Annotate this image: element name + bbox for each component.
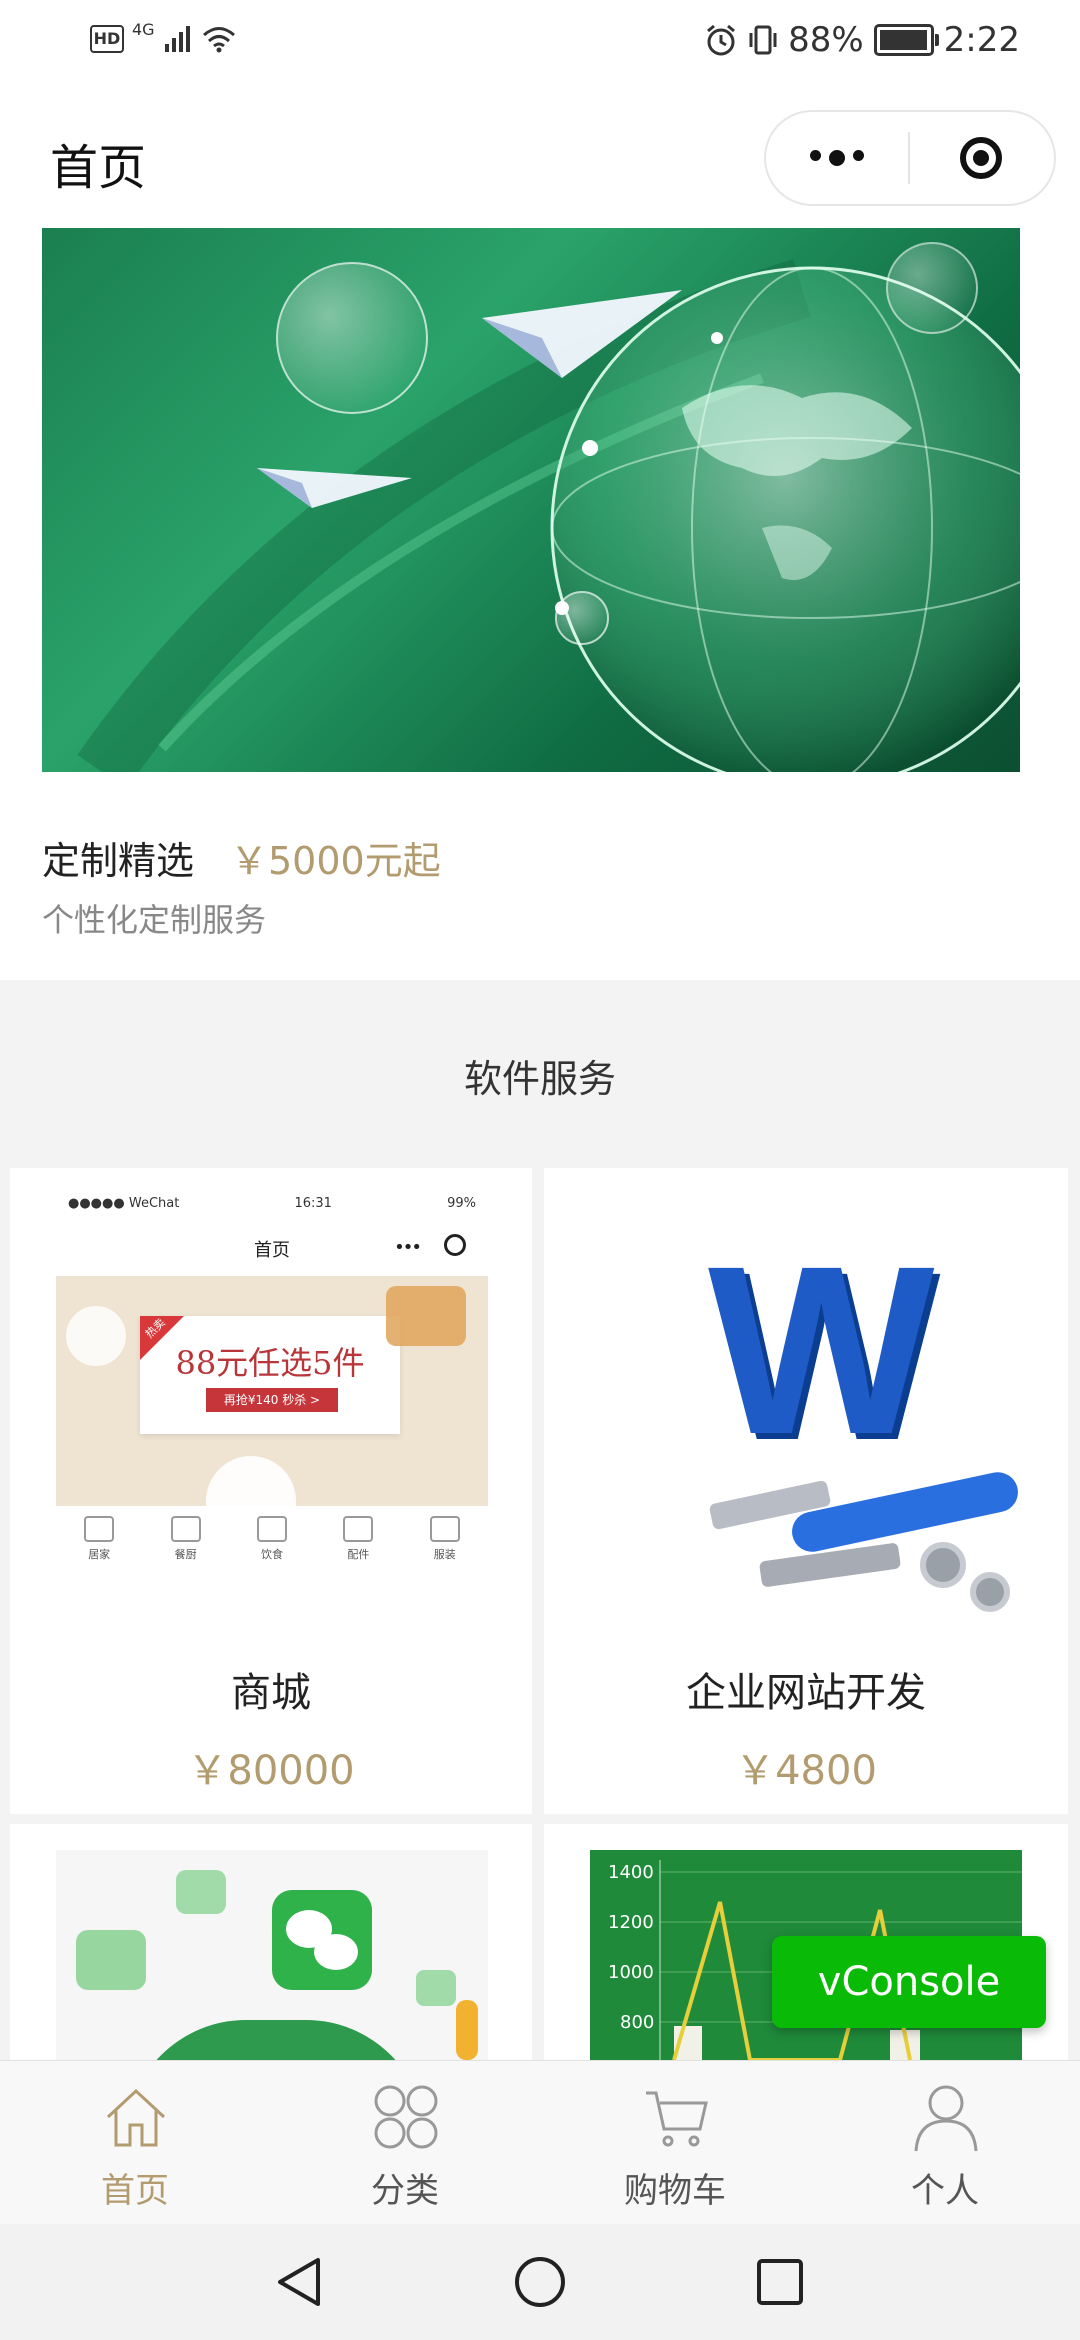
chart-tick-label: 800 <box>620 2012 655 2033</box>
battery-level-fill <box>879 30 928 50</box>
section-title: 软件服务 <box>463 1057 616 1101</box>
website-dev-image: W <box>590 1192 1022 1624</box>
tab-label: 分类 <box>371 2171 439 2211</box>
tab-label: 购物车 <box>624 2171 726 2211</box>
clock: 2:22 <box>943 20 1020 60</box>
chart-tick-label: 1400 <box>608 1862 654 1883</box>
wechat-image <box>56 1850 488 2060</box>
chart-tick-label: 1200 <box>608 1912 654 1933</box>
card-price: ￥4800 <box>735 1748 877 1794</box>
alarm-icon <box>707 24 736 56</box>
mock-category-label: 服装 <box>433 1548 456 1561</box>
page-title: 首页 <box>50 140 147 196</box>
tab-home[interactable]: 首页 <box>0 2061 270 2225</box>
tab-cart[interactable]: 购物车 <box>540 2061 810 2225</box>
tab-label: 个人 <box>911 2171 979 2211</box>
website-w-letter: W <box>708 1216 935 1484</box>
more-dots-icon[interactable] <box>766 150 908 166</box>
mock-battery: 99% <box>447 1196 476 1211</box>
cart-icon <box>646 2091 708 2147</box>
banner-image[interactable] <box>42 228 1020 772</box>
mock-promo: 88元任选5件 <box>175 1344 365 1382</box>
user-icon <box>914 2085 978 2152</box>
card-name: 企业网站开发 <box>686 1670 926 1716</box>
mock-category-grid: 居家 餐厨 饮食 配件 服装 <box>56 1506 488 1624</box>
vconsole-button[interactable]: vConsole <box>772 1936 1046 2028</box>
mall-app-screenshot: ●●●●● WeChat 16:31 99% 首页 ••• 热卖 88元任选5件… <box>56 1192 488 1624</box>
battery-percent: 88% <box>788 20 864 60</box>
feature-price: ￥5000元起 <box>230 839 441 883</box>
tab-label: 首页 <box>101 2171 169 2211</box>
mini-program-capsule <box>764 110 1056 206</box>
mock-category-label: 饮食 <box>260 1548 283 1561</box>
feature-title: 定制精选 <box>42 839 195 883</box>
recents-square-icon[interactable] <box>752 2254 808 2310</box>
status-bar: HD 4G 88% 2:22 <box>0 0 1080 86</box>
wifi-icon <box>202 27 235 53</box>
mock-time: 16:31 <box>294 1196 332 1211</box>
mock-more-icon: ••• <box>394 1237 422 1258</box>
mock-page-title: 首页 <box>254 1240 290 1261</box>
card-price: ￥80000 <box>187 1748 355 1794</box>
record-target-icon[interactable] <box>910 137 1052 179</box>
chart-tick-label: 1000 <box>608 1962 654 1983</box>
mock-banner: 热卖 88元任选5件 再抢¥140 秒杀 > <box>56 1276 488 1506</box>
home-icon <box>106 2088 166 2147</box>
mock-status-left: ●●●●● WeChat <box>68 1196 180 1211</box>
tab-category[interactable]: 分类 <box>270 2061 540 2225</box>
signal-icon <box>164 26 190 52</box>
category-grid-icon <box>374 2085 438 2149</box>
product-card-wechat[interactable] <box>10 1824 532 2060</box>
wechat-logo-icon <box>272 1890 372 1990</box>
battery-icon <box>873 24 939 56</box>
product-card-mall[interactable]: ●●●●● WeChat 16:31 99% 首页 ••• 热卖 88元任选5件… <box>10 1168 532 1814</box>
card-name: 商城 <box>231 1670 311 1716</box>
product-card-website[interactable]: W 企业网站开发 ￥4800 <box>544 1168 1068 1814</box>
back-triangle-icon[interactable] <box>272 2254 328 2310</box>
status-left: HD 4G <box>90 20 237 54</box>
hd-badge: HD <box>90 25 124 53</box>
status-right: 88% 2:22 <box>704 20 1020 60</box>
nav-bar: 首页 <box>0 86 1080 226</box>
tab-bar: 首页 分类 购物车 个人 <box>0 2060 1080 2225</box>
mock-record-icon <box>444 1234 466 1256</box>
feature-subtitle: 个性化定制服务 <box>42 901 267 939</box>
mock-category-label: 配件 <box>347 1548 370 1561</box>
network-label: 4G <box>132 19 155 39</box>
tab-profile[interactable]: 个人 <box>810 2061 1080 2225</box>
mock-category-label: 餐厨 <box>174 1548 197 1561</box>
home-circle-icon[interactable] <box>512 2254 568 2310</box>
vibrate-icon <box>749 25 777 55</box>
mock-category-label: 居家 <box>88 1548 111 1561</box>
mock-promo-button: 再抢¥140 秒杀 > <box>206 1388 338 1412</box>
system-navigation-bar <box>0 2224 1080 2340</box>
banner-globe-illustration <box>77 242 1020 772</box>
